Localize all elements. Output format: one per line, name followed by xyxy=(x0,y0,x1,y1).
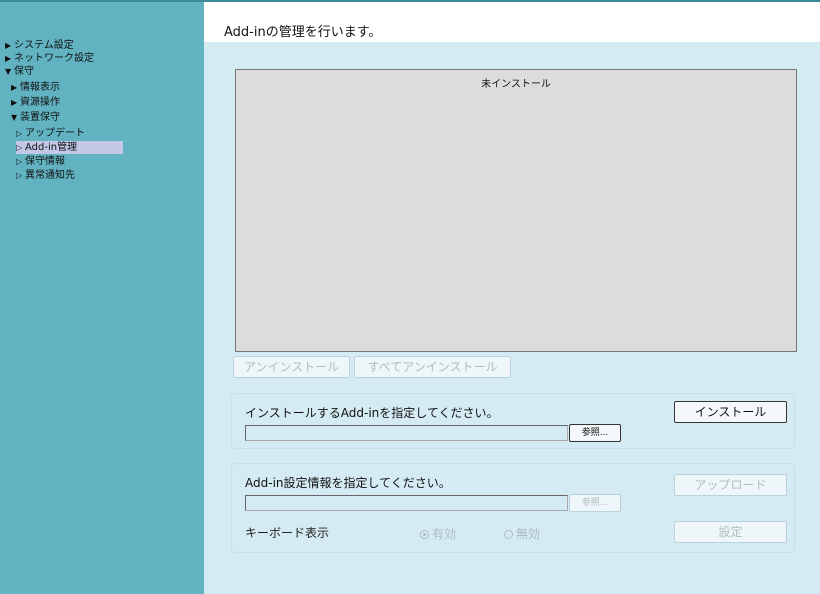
sidebar-item-label: 情報表示 xyxy=(20,82,60,93)
uninstall-button[interactable]: アンインストール xyxy=(233,356,350,378)
browse-button[interactable]: 参照... xyxy=(569,424,621,442)
sidebar-item-addin-management[interactable]: ▷ Add-in管理 xyxy=(16,141,123,154)
sidebar-item-label: 保守 xyxy=(14,66,34,77)
main-content: Add-inの管理を行います。 未インストール アンインストール すべてアンイン… xyxy=(204,0,820,594)
triangle-right-icon: ▷ xyxy=(16,129,23,138)
keyboard-display-label: キーボード表示 xyxy=(245,526,330,540)
chevron-right-icon: ▶ xyxy=(5,54,12,63)
install-button[interactable]: インストール xyxy=(674,401,787,423)
list-header: 未インストール xyxy=(481,79,551,90)
sidebar-item-label: 装置保守 xyxy=(20,112,60,123)
page-title-bar: Add-inの管理を行います。 xyxy=(204,2,820,42)
sidebar-item-system-settings[interactable]: ▶ システム設定 xyxy=(5,39,74,52)
install-label: インストールするAdd-inを指定してください。 xyxy=(245,406,499,420)
settings-panel: Add-in設定情報を指定してください。 参照... アップロード キーボード表… xyxy=(231,463,795,553)
triangle-right-icon: ▷ xyxy=(16,143,23,152)
triangle-right-icon: ▷ xyxy=(16,171,23,180)
sidebar-item-device-maintenance[interactable]: ▼ 装置保守 xyxy=(11,111,60,124)
sidebar-item-label: 異常通知先 xyxy=(25,170,75,181)
chevron-down-icon: ▼ xyxy=(5,67,12,76)
sidebar-item-label: システム設定 xyxy=(14,40,74,51)
sidebar-item-label: アップデート xyxy=(25,128,85,139)
addin-file-field[interactable] xyxy=(245,425,568,441)
radio-label: 有効 xyxy=(432,527,457,541)
uninstalled-addin-list[interactable]: 未インストール xyxy=(235,69,797,352)
sidebar-item-label: 保守情報 xyxy=(25,156,65,167)
triangle-right-icon: ▷ xyxy=(16,157,23,166)
page-title: Add-inの管理を行います。 xyxy=(224,25,382,40)
settings-label: Add-in設定情報を指定してください。 xyxy=(245,476,451,490)
sidebar-item-maintenance-info[interactable]: ▷ 保守情報 xyxy=(16,155,65,168)
chevron-right-icon: ▶ xyxy=(5,41,12,50)
radio-selected-icon xyxy=(420,530,429,539)
set-button[interactable]: 設定 xyxy=(674,521,787,543)
sidebar-item-label: Add-in管理 xyxy=(25,142,78,153)
keyboard-disabled-radio[interactable]: 無効 xyxy=(504,525,540,542)
install-panel: インストールするAdd-inを指定してください。 参照... インストール xyxy=(231,393,795,449)
upload-button[interactable]: アップロード xyxy=(674,474,787,496)
sidebar: ▶ システム設定 ▶ ネットワーク設定 ▼ 保守 ▶ 情報表示 ▶ 資源操作 ▼ 装置保守 … xyxy=(0,0,204,594)
radio-label: 無効 xyxy=(516,527,541,541)
chevron-down-icon: ▼ xyxy=(11,113,18,122)
sidebar-item-maintenance[interactable]: ▼ 保守 xyxy=(5,65,34,78)
chevron-right-icon: ▶ xyxy=(11,83,18,92)
chevron-right-icon: ▶ xyxy=(11,98,18,107)
radio-unselected-icon xyxy=(504,530,513,539)
sidebar-item-resource-ops[interactable]: ▶ 資源操作 xyxy=(11,96,60,109)
sidebar-item-network-settings[interactable]: ▶ ネットワーク設定 xyxy=(5,52,94,65)
sidebar-item-info-display[interactable]: ▶ 情報表示 xyxy=(11,81,60,94)
sidebar-item-label: ネットワーク設定 xyxy=(14,53,94,64)
sidebar-item-update[interactable]: ▷ アップデート xyxy=(16,127,85,140)
uninstall-all-button[interactable]: すべてアンインストール xyxy=(354,356,511,378)
sidebar-item-error-notification[interactable]: ▷ 異常通知先 xyxy=(16,169,75,182)
settings-file-field[interactable] xyxy=(245,495,568,511)
keyboard-enabled-radio[interactable]: 有効 xyxy=(420,525,456,542)
settings-browse-button[interactable]: 参照... xyxy=(569,494,621,512)
sidebar-item-label: 資源操作 xyxy=(20,97,60,108)
